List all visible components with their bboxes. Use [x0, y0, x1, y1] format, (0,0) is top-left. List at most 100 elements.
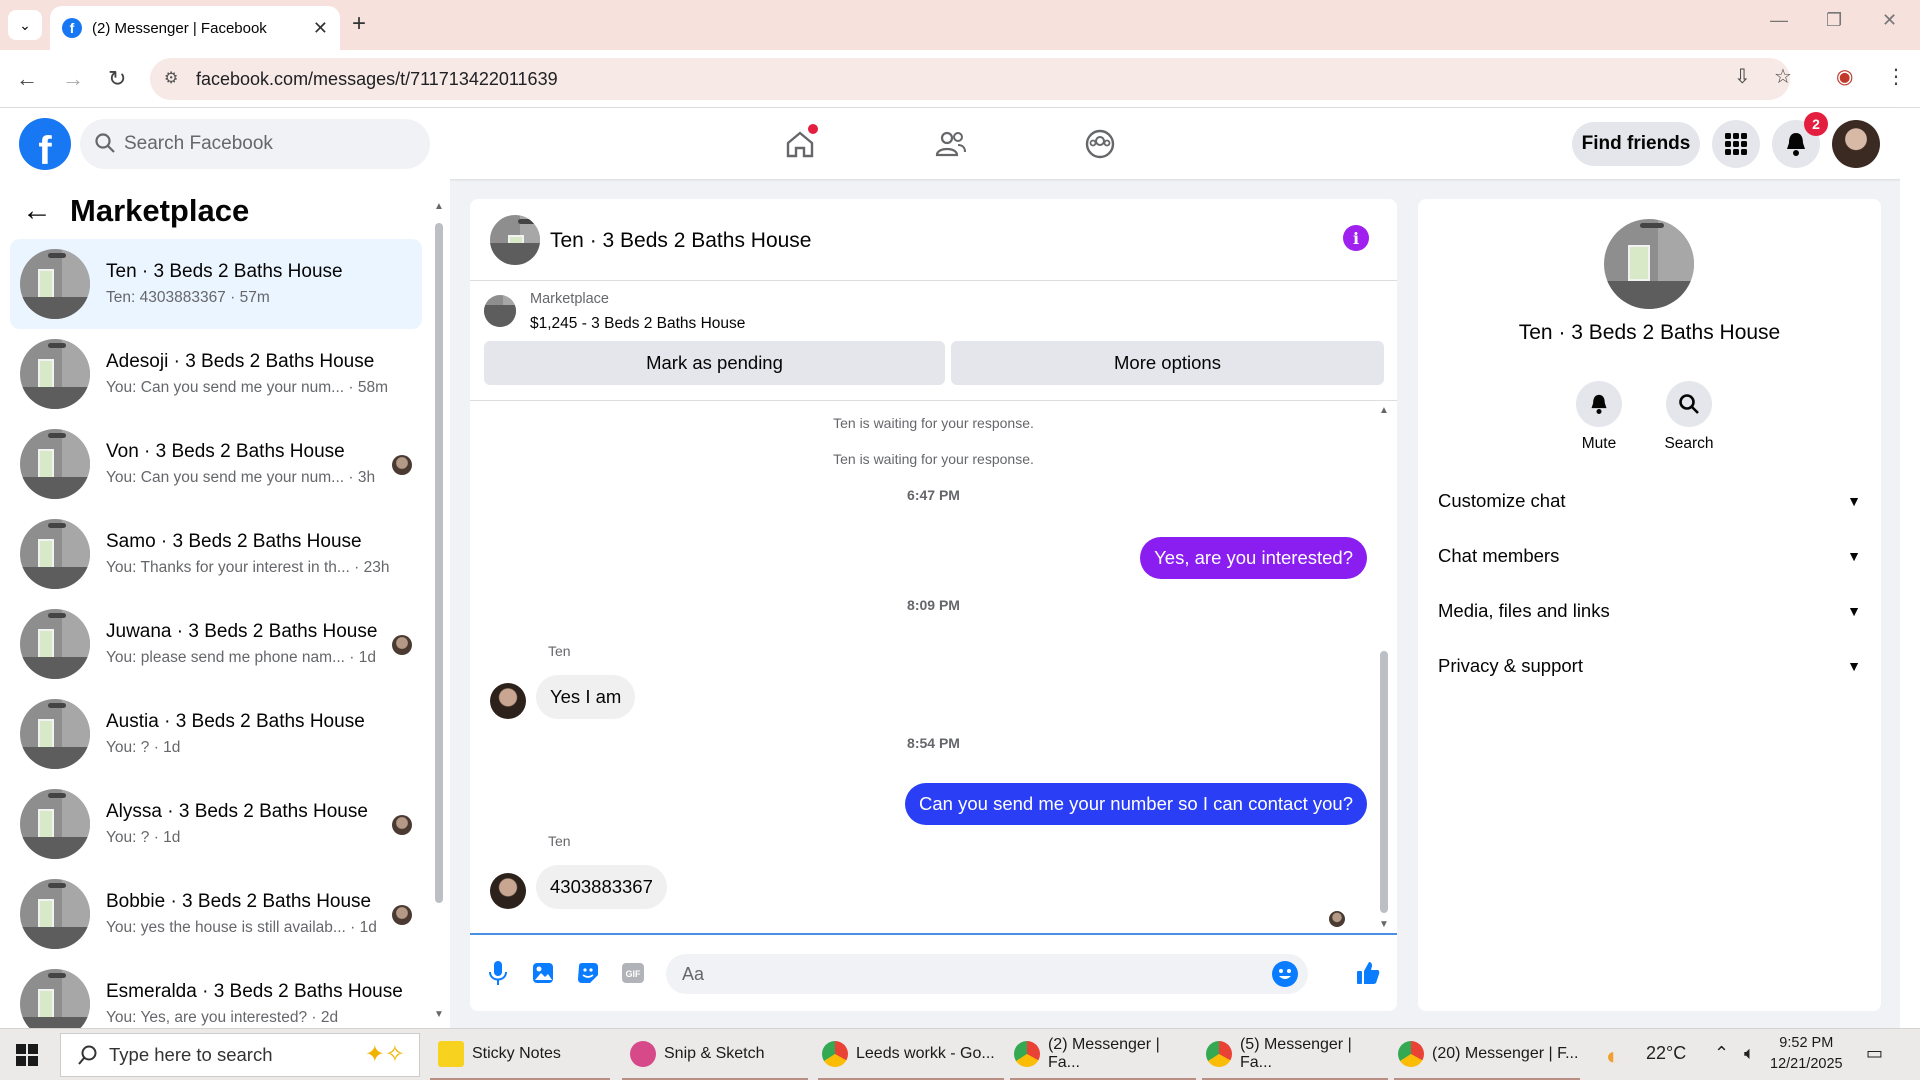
page-scrollbar[interactable] — [1900, 108, 1920, 1028]
close-window-icon[interactable]: ✕ — [1882, 10, 1897, 31]
browser-menu-icon[interactable]: ⋮ — [1886, 64, 1906, 89]
home-icon[interactable] — [778, 122, 822, 166]
taskbar-app-label: Leeds workk - Go... — [856, 1044, 995, 1062]
conversation-item[interactable]: Bobbie · 3 Beds 2 Baths House You: yes th… — [10, 869, 422, 959]
thumbs-up-icon[interactable] — [1354, 959, 1382, 987]
contact-avatar[interactable] — [1604, 219, 1694, 309]
new-tab-button[interactable]: + — [352, 10, 366, 38]
message-input[interactable]: Aa — [666, 954, 1308, 994]
taskbar-app-chrome-3[interactable]: (5) Messenger | Fa... — [1202, 1029, 1388, 1080]
mute-button[interactable]: Mute — [1564, 381, 1634, 453]
taskbar-app-sticky-notes[interactable]: Sticky Notes — [430, 1029, 610, 1080]
media-files-links-row[interactable]: Media, files and links ▼ — [1438, 591, 1861, 631]
browser-tab-active[interactable]: f (2) Messenger | Facebook ✕ — [50, 6, 340, 50]
reload-icon[interactable]: ↻ — [108, 66, 126, 92]
sidebar-scrollbar[interactable]: ▲ ▼ — [434, 201, 444, 1021]
find-friends-button[interactable]: Find friends — [1572, 122, 1700, 166]
conversation-item[interactable]: Ten · 3 Beds 2 Baths House Ten: 430388336… — [10, 239, 422, 329]
message-thread: Ten is waiting for your response. Ten is… — [470, 401, 1397, 935]
forward-arrow-icon[interactable]: → — [62, 66, 84, 92]
menu-grid-icon[interactable] — [1712, 120, 1760, 168]
chat-members-row[interactable]: Chat members ▼ — [1438, 536, 1861, 576]
outgoing-message[interactable]: Can you send me your number so I can con… — [905, 783, 1367, 825]
taskbar-search-input[interactable]: Type here to search ✦✧ — [60, 1033, 420, 1077]
url-text: facebook.com/messages/t/711713422011639 — [196, 68, 558, 89]
facebook-logo-icon[interactable]: f — [19, 118, 71, 170]
back-arrow-icon[interactable]: ← — [22, 194, 52, 228]
conversation-item[interactable]: Juwana · 3 Beds 2 Baths House You: please… — [10, 599, 422, 689]
scroll-down-icon[interactable]: ▼ — [1379, 919, 1389, 930]
outgoing-message[interactable]: Yes, are you interested? — [1140, 537, 1367, 579]
privacy-support-row[interactable]: Privacy & support ▼ — [1438, 646, 1861, 686]
facebook-favicon-icon: f — [62, 18, 82, 38]
temperature[interactable]: 22°C — [1646, 1043, 1686, 1064]
photo-icon[interactable] — [529, 959, 557, 987]
sender-name: Ten — [548, 643, 571, 659]
chat-scrollbar[interactable]: ▲ ▼ — [1379, 405, 1389, 931]
tab-search-button[interactable]: ⌄ — [8, 10, 42, 40]
scroll-up-icon[interactable]: ▲ — [1379, 405, 1389, 416]
chat-title[interactable]: Ten · 3 Beds 2 Baths House — [550, 229, 812, 253]
row-label: Customize chat — [1438, 490, 1566, 511]
gif-icon[interactable]: GIF — [619, 959, 647, 987]
site-info-icon[interactable]: ⚙ — [164, 68, 178, 88]
profile-icon[interactable]: ◉ — [1836, 64, 1853, 89]
info-icon[interactable]: i — [1343, 225, 1369, 251]
bookmark-star-icon[interactable]: ☆ — [1774, 64, 1792, 89]
microphone-icon[interactable] — [484, 959, 512, 987]
tray-chevron-up-icon[interactable]: ⌃ — [1714, 1043, 1729, 1064]
sparkle-icon: ✦✧ — [364, 1041, 405, 1068]
listing-thumbnail — [20, 879, 90, 949]
close-tab-icon[interactable]: ✕ — [313, 18, 328, 39]
conversation-item[interactable]: Adesoji · 3 Beds 2 Baths House You: Can y… — [10, 329, 422, 419]
scroll-thumb[interactable] — [435, 223, 443, 903]
conversation-name: Austia · 3 Beds 2 Baths House — [106, 711, 365, 732]
search-in-chat-button[interactable]: Search — [1654, 381, 1724, 453]
address-bar-input[interactable]: ⚙ facebook.com/messages/t/71171342201163… — [150, 58, 1790, 100]
taskbar-app-chrome-1[interactable]: Leeds workk - Go... — [818, 1029, 1004, 1080]
scroll-down-icon[interactable]: ▼ — [434, 1009, 444, 1020]
mark-as-pending-button[interactable]: Mark as pending — [484, 341, 945, 385]
scroll-thumb[interactable] — [1380, 651, 1388, 913]
scroll-up-icon[interactable]: ▲ — [434, 201, 444, 212]
windows-taskbar: Type here to search ✦✧ Sticky Notes Snip… — [0, 1028, 1920, 1080]
conversation-name: Ten · 3 Beds 2 Baths House — [106, 261, 343, 282]
weather-icon[interactable]: ◐ — [1606, 1043, 1621, 1071]
system-message: Ten is waiting for your response. — [833, 451, 1034, 467]
minimize-window-icon[interactable]: — — [1770, 10, 1788, 31]
listing-detail[interactable]: $1,245 - 3 Beds 2 Baths House — [530, 315, 745, 333]
restore-window-icon[interactable]: ❐ — [1826, 10, 1842, 31]
chat-avatar[interactable] — [490, 215, 540, 265]
groups-icon[interactable] — [1078, 122, 1122, 166]
account-avatar[interactable] — [1832, 120, 1880, 168]
chat-header: Ten · 3 Beds 2 Baths House i — [470, 199, 1397, 281]
taskbar-app-chrome-2[interactable]: (2) Messenger | Fa... — [1010, 1029, 1196, 1080]
customize-chat-row[interactable]: Customize chat ▼ — [1438, 481, 1861, 521]
conversation-item[interactable]: Alyssa · 3 Beds 2 Baths House You: ? · 1d — [10, 779, 422, 869]
more-options-button[interactable]: More options — [951, 341, 1384, 385]
clock[interactable]: 9:52 PM 12/21/2025 — [1770, 1033, 1843, 1075]
conversation-item[interactable]: Von · 3 Beds 2 Baths House You: Can you s… — [10, 419, 422, 509]
sender-avatar[interactable] — [490, 873, 526, 909]
volume-icon[interactable]: 🔈︎ — [1744, 1043, 1755, 1064]
notification-center-icon[interactable]: ▭ — [1866, 1043, 1883, 1064]
listing-thumbnail — [20, 249, 90, 319]
timestamp: 8:09 PM — [907, 597, 960, 613]
conversation-item[interactable]: Samo · 3 Beds 2 Baths House You: Thanks f… — [10, 509, 422, 599]
row-label: Chat members — [1438, 545, 1560, 566]
back-arrow-icon[interactable]: ← — [16, 66, 38, 92]
friends-icon[interactable] — [929, 122, 973, 166]
conversation-name: Esmeralda · 3 Beds 2 Baths House — [106, 981, 403, 1002]
conversation-item[interactable]: Austia · 3 Beds 2 Baths House You: ? · 1d — [10, 689, 422, 779]
sticker-icon[interactable] — [574, 959, 602, 987]
emoji-icon[interactable] — [1272, 961, 1298, 987]
windows-start-icon[interactable] — [16, 1044, 38, 1066]
search-facebook-input[interactable]: Search Facebook — [80, 119, 430, 169]
conversation-item[interactable]: Esmeralda · 3 Beds 2 Baths House You: Yes… — [10, 959, 422, 1028]
taskbar-app-snip-sketch[interactable]: Snip & Sketch — [622, 1029, 808, 1080]
incoming-message[interactable]: Yes I am — [536, 675, 636, 719]
taskbar-app-chrome-4[interactable]: (20) Messenger | F... — [1394, 1029, 1580, 1080]
install-app-icon[interactable]: ⇩ — [1734, 64, 1751, 89]
sender-avatar[interactable] — [490, 683, 526, 719]
incoming-message[interactable]: 4303883367 — [536, 865, 667, 909]
